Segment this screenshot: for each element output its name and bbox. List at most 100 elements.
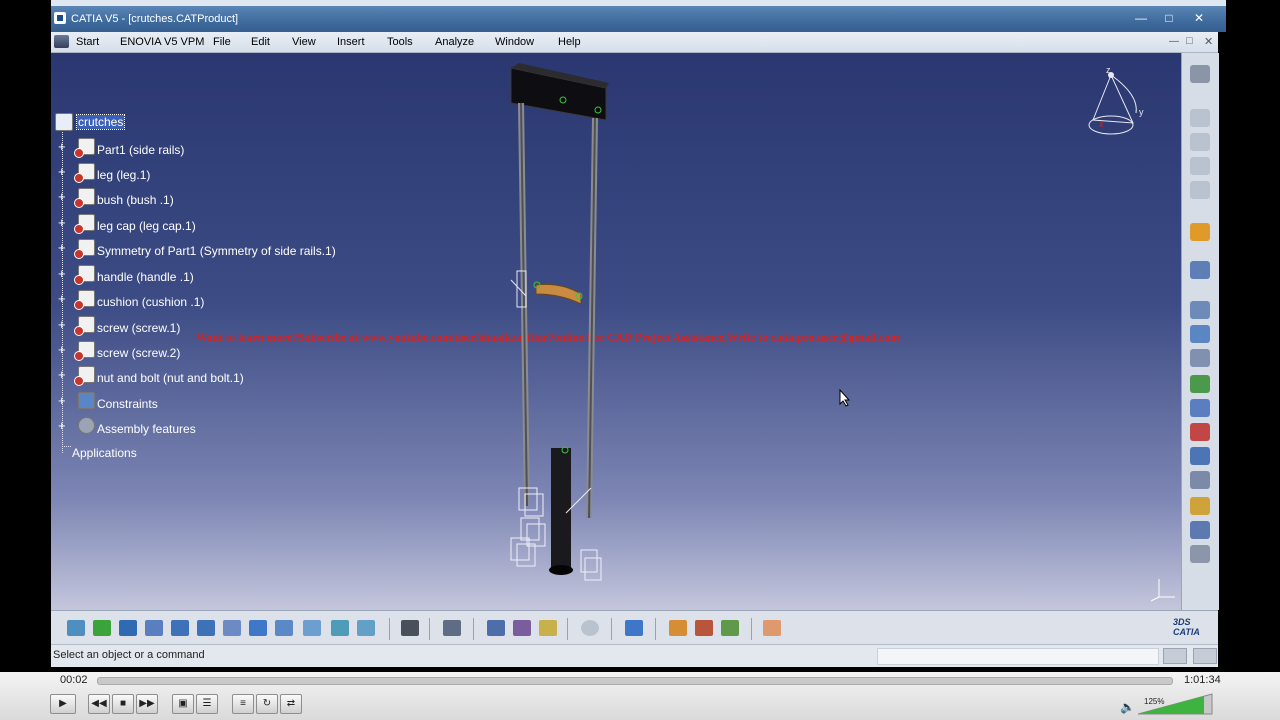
title-bar: CATIA V5 - [crutches.CATProduct] — □ ✕: [51, 6, 1226, 32]
select-arrow-icon[interactable]: [1190, 223, 1210, 241]
command-input[interactable]: [877, 648, 1159, 665]
zoom-in-icon[interactable]: [171, 620, 189, 636]
annotation-icon[interactable]: [1190, 471, 1210, 489]
previous-icon[interactable]: ◀◀: [88, 694, 110, 714]
multi-view-icon[interactable]: [249, 620, 267, 636]
expand-icon[interactable]: +: [58, 215, 70, 230]
playlist-icon[interactable]: ≡: [232, 694, 254, 714]
workbench-icon[interactable]: [1190, 65, 1210, 83]
gear-icon: [78, 417, 95, 434]
offset-icon[interactable]: [1190, 349, 1210, 367]
catalog-icon[interactable]: [625, 620, 643, 636]
manipulate-icon[interactable]: [1190, 261, 1210, 279]
next-icon[interactable]: ▶▶: [136, 694, 158, 714]
coincidence-icon[interactable]: [1190, 301, 1210, 319]
normal-view-icon[interactable]: [223, 620, 241, 636]
fix-icon[interactable]: [1190, 399, 1210, 417]
constraints-icon: [78, 392, 95, 409]
status-button-1[interactable]: [1163, 648, 1187, 664]
expand-icon[interactable]: +: [58, 164, 70, 179]
rotate-icon[interactable]: [145, 620, 163, 636]
menu-file[interactable]: File: [213, 36, 231, 48]
loop-icon[interactable]: ↻: [256, 694, 278, 714]
expand-icon[interactable]: +: [58, 291, 70, 306]
svg-text:x: x: [1099, 119, 1104, 129]
tree-applications[interactable]: Applications: [72, 446, 137, 460]
part-icon: [74, 366, 95, 386]
expand-icon[interactable]: +: [58, 139, 70, 154]
hole-icon[interactable]: [1190, 521, 1210, 539]
expand-icon[interactable]: +: [58, 317, 70, 332]
catia-app-icon: [54, 12, 66, 24]
seek-bar[interactable]: [97, 677, 1173, 685]
replace-component-icon[interactable]: [1190, 157, 1210, 175]
expand-icon[interactable]: +: [58, 189, 70, 204]
doc-restore-icon[interactable]: □: [1186, 35, 1193, 47]
expand-icon[interactable]: +: [58, 266, 70, 281]
expand-icon[interactable]: +: [58, 342, 70, 357]
expand-icon[interactable]: +: [58, 393, 70, 408]
explode-icon[interactable]: [695, 620, 713, 636]
mouse-cursor-icon: [839, 389, 851, 407]
status-button-2[interactable]: [1193, 648, 1217, 664]
fix-together-icon[interactable]: [1190, 423, 1210, 441]
camera-icon[interactable]: [401, 620, 419, 636]
part-icon: [74, 138, 95, 158]
expand-icon[interactable]: +: [58, 367, 70, 382]
stop-icon[interactable]: ■: [112, 694, 134, 714]
measure-inertia-icon[interactable]: [539, 620, 557, 636]
menu-start[interactable]: Start: [76, 36, 99, 48]
shuffle-icon[interactable]: ⇄: [280, 694, 302, 714]
contact-icon[interactable]: [1190, 325, 1210, 343]
menu-edit[interactable]: Edit: [251, 36, 270, 48]
restore-icon[interactable]: □: [1157, 11, 1181, 25]
elapsed-time: 00:02: [60, 674, 88, 686]
measure-between-icon[interactable]: [487, 620, 505, 636]
menu-help[interactable]: Help: [558, 36, 581, 48]
menu-analyze[interactable]: Analyze: [435, 36, 474, 48]
crutch-3d-model[interactable]: [481, 58, 681, 598]
speaker-icon[interactable]: 🔈: [1120, 700, 1135, 714]
part-icon: [74, 239, 95, 259]
swap-space-icon[interactable]: [357, 620, 375, 636]
symmetry-icon[interactable]: [1190, 545, 1210, 563]
expand-icon[interactable]: +: [58, 418, 70, 433]
part-icon: [74, 265, 95, 285]
graph-tree-icon[interactable]: [1190, 181, 1210, 199]
menu-insert[interactable]: Insert: [337, 36, 365, 48]
doc-close-icon[interactable]: ✕: [1204, 35, 1213, 48]
expand-icon[interactable]: +: [58, 240, 70, 255]
menu-view[interactable]: View: [292, 36, 316, 48]
quick-view-icon[interactable]: [275, 620, 293, 636]
clash-icon[interactable]: [721, 620, 739, 636]
scene-icon[interactable]: [669, 620, 687, 636]
3d-viewport[interactable]: crutches + Part1 (side rails) + leg (leg…: [51, 53, 1181, 610]
play-icon[interactable]: ▶: [50, 694, 76, 714]
reuse-pattern-icon[interactable]: [581, 620, 599, 636]
pan-icon[interactable]: [119, 620, 137, 636]
measure-item-icon[interactable]: [513, 620, 531, 636]
product-icon: [55, 113, 73, 131]
quick-constraint-icon[interactable]: [1190, 447, 1210, 465]
fit-all-icon[interactable]: [93, 620, 111, 636]
volume-level: 125%: [1144, 697, 1165, 706]
menu-window[interactable]: Window: [495, 36, 534, 48]
minimize-icon[interactable]: —: [1129, 11, 1153, 25]
sectioning-icon[interactable]: [763, 620, 781, 636]
fly-mode-icon[interactable]: [67, 620, 85, 636]
menu-enovia[interactable]: ENOVIA V5 VPM: [120, 36, 204, 48]
fullscreen-icon[interactable]: ▣: [172, 694, 194, 714]
existing-component-icon[interactable]: [1190, 133, 1210, 151]
extended-settings-icon[interactable]: ☰: [196, 694, 218, 714]
product-icon[interactable]: [1190, 109, 1210, 127]
update-icon[interactable]: [443, 620, 461, 636]
doc-minimize-icon[interactable]: —: [1169, 36, 1179, 47]
split-icon[interactable]: [1190, 497, 1210, 515]
zoom-out-icon[interactable]: [197, 620, 215, 636]
compass-icon[interactable]: z y x: [1081, 65, 1151, 145]
hide-show-icon[interactable]: [331, 620, 349, 636]
angle-icon[interactable]: [1190, 375, 1210, 393]
view-mode-icon[interactable]: [303, 620, 321, 636]
close-icon[interactable]: ✕: [1187, 11, 1211, 25]
menu-tools[interactable]: Tools: [387, 36, 413, 48]
